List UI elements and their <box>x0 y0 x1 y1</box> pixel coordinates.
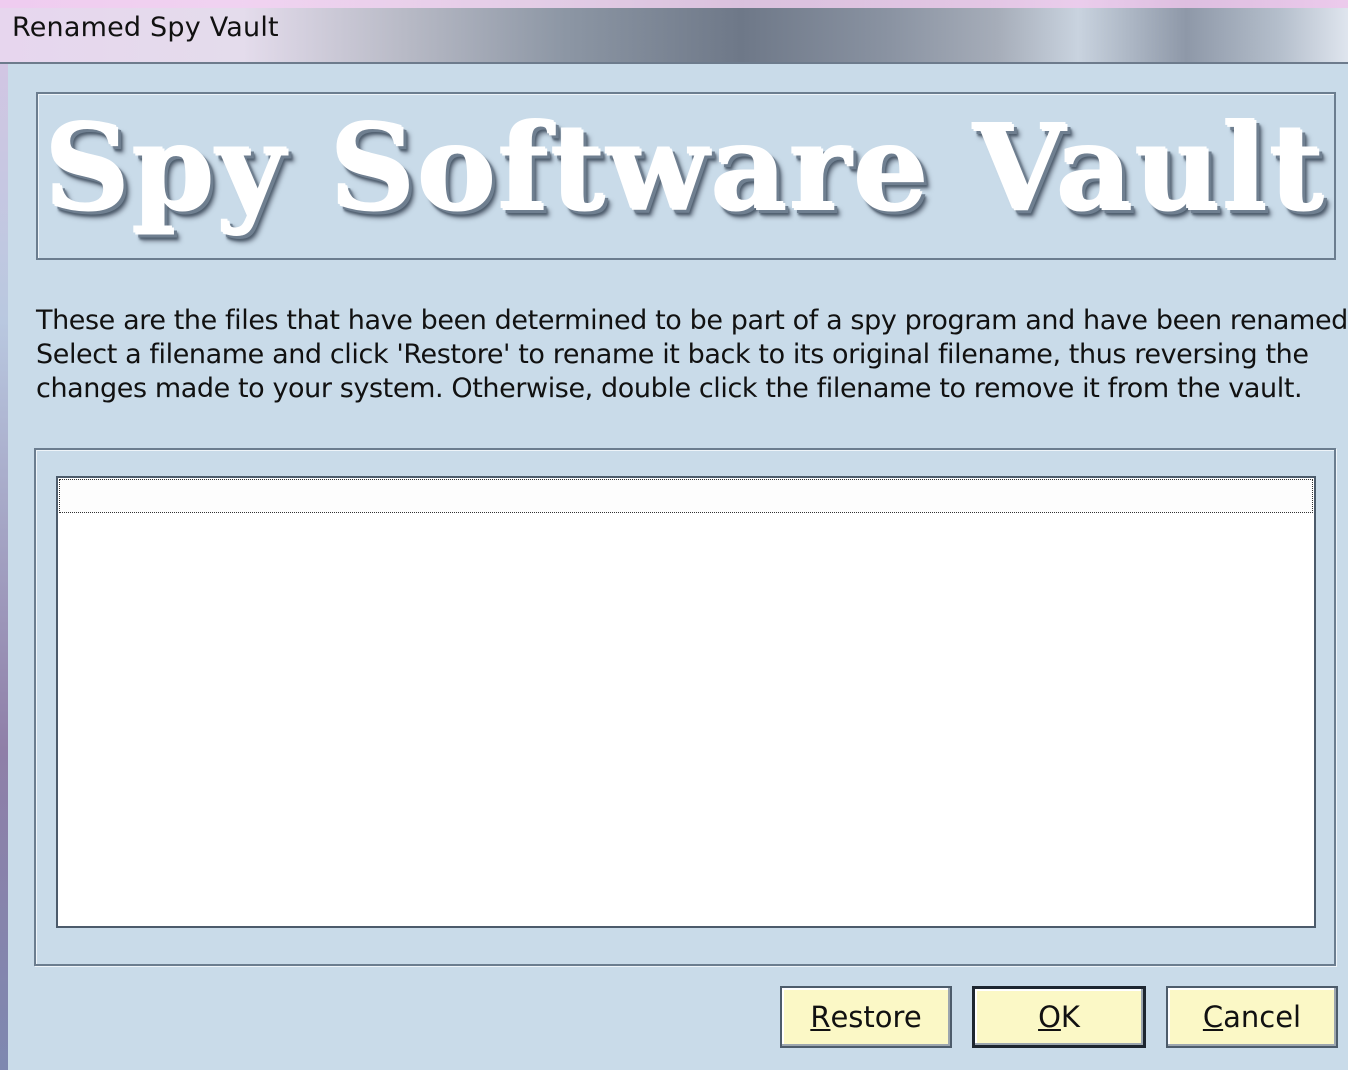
restore-button-label: estore <box>830 1000 922 1034</box>
ok-button[interactable]: OK <box>972 986 1146 1048</box>
ok-button-access-key: O <box>1038 1000 1061 1034</box>
title-bar[interactable]: Renamed Spy Vault <box>0 0 1348 64</box>
renamed-files-listbox[interactable] <box>56 476 1316 928</box>
cancel-button-access-key: C <box>1202 1000 1224 1034</box>
instructions-line: These are the files that have been deter… <box>36 305 1348 336</box>
banner-panel: Spy Software Vault <box>36 92 1336 260</box>
ok-button-label: K <box>1060 1000 1080 1034</box>
instructions-line: Select a filename and click 'Restore' to… <box>36 339 1309 370</box>
cancel-button-label: ancel <box>1223 1000 1302 1034</box>
spy-vault-window: Renamed Spy Vault Spy Software Vault The… <box>0 0 1348 1070</box>
dialog-client-area: Spy Software Vault These are the files t… <box>10 64 1348 1070</box>
window-title: Renamed Spy Vault <box>12 12 279 43</box>
instructions-line: changes made to your system. Otherwise, … <box>36 373 1303 404</box>
file-list-frame <box>34 448 1336 966</box>
banner-heading: Spy Software Vault <box>45 98 1327 238</box>
list-item[interactable] <box>59 479 1313 513</box>
cancel-button[interactable]: Cancel <box>1166 986 1338 1048</box>
instructions-text: These are the files that have been deter… <box>36 304 1348 406</box>
restore-button-access-key: R <box>810 1000 831 1034</box>
restore-button[interactable]: Restore <box>780 986 952 1048</box>
